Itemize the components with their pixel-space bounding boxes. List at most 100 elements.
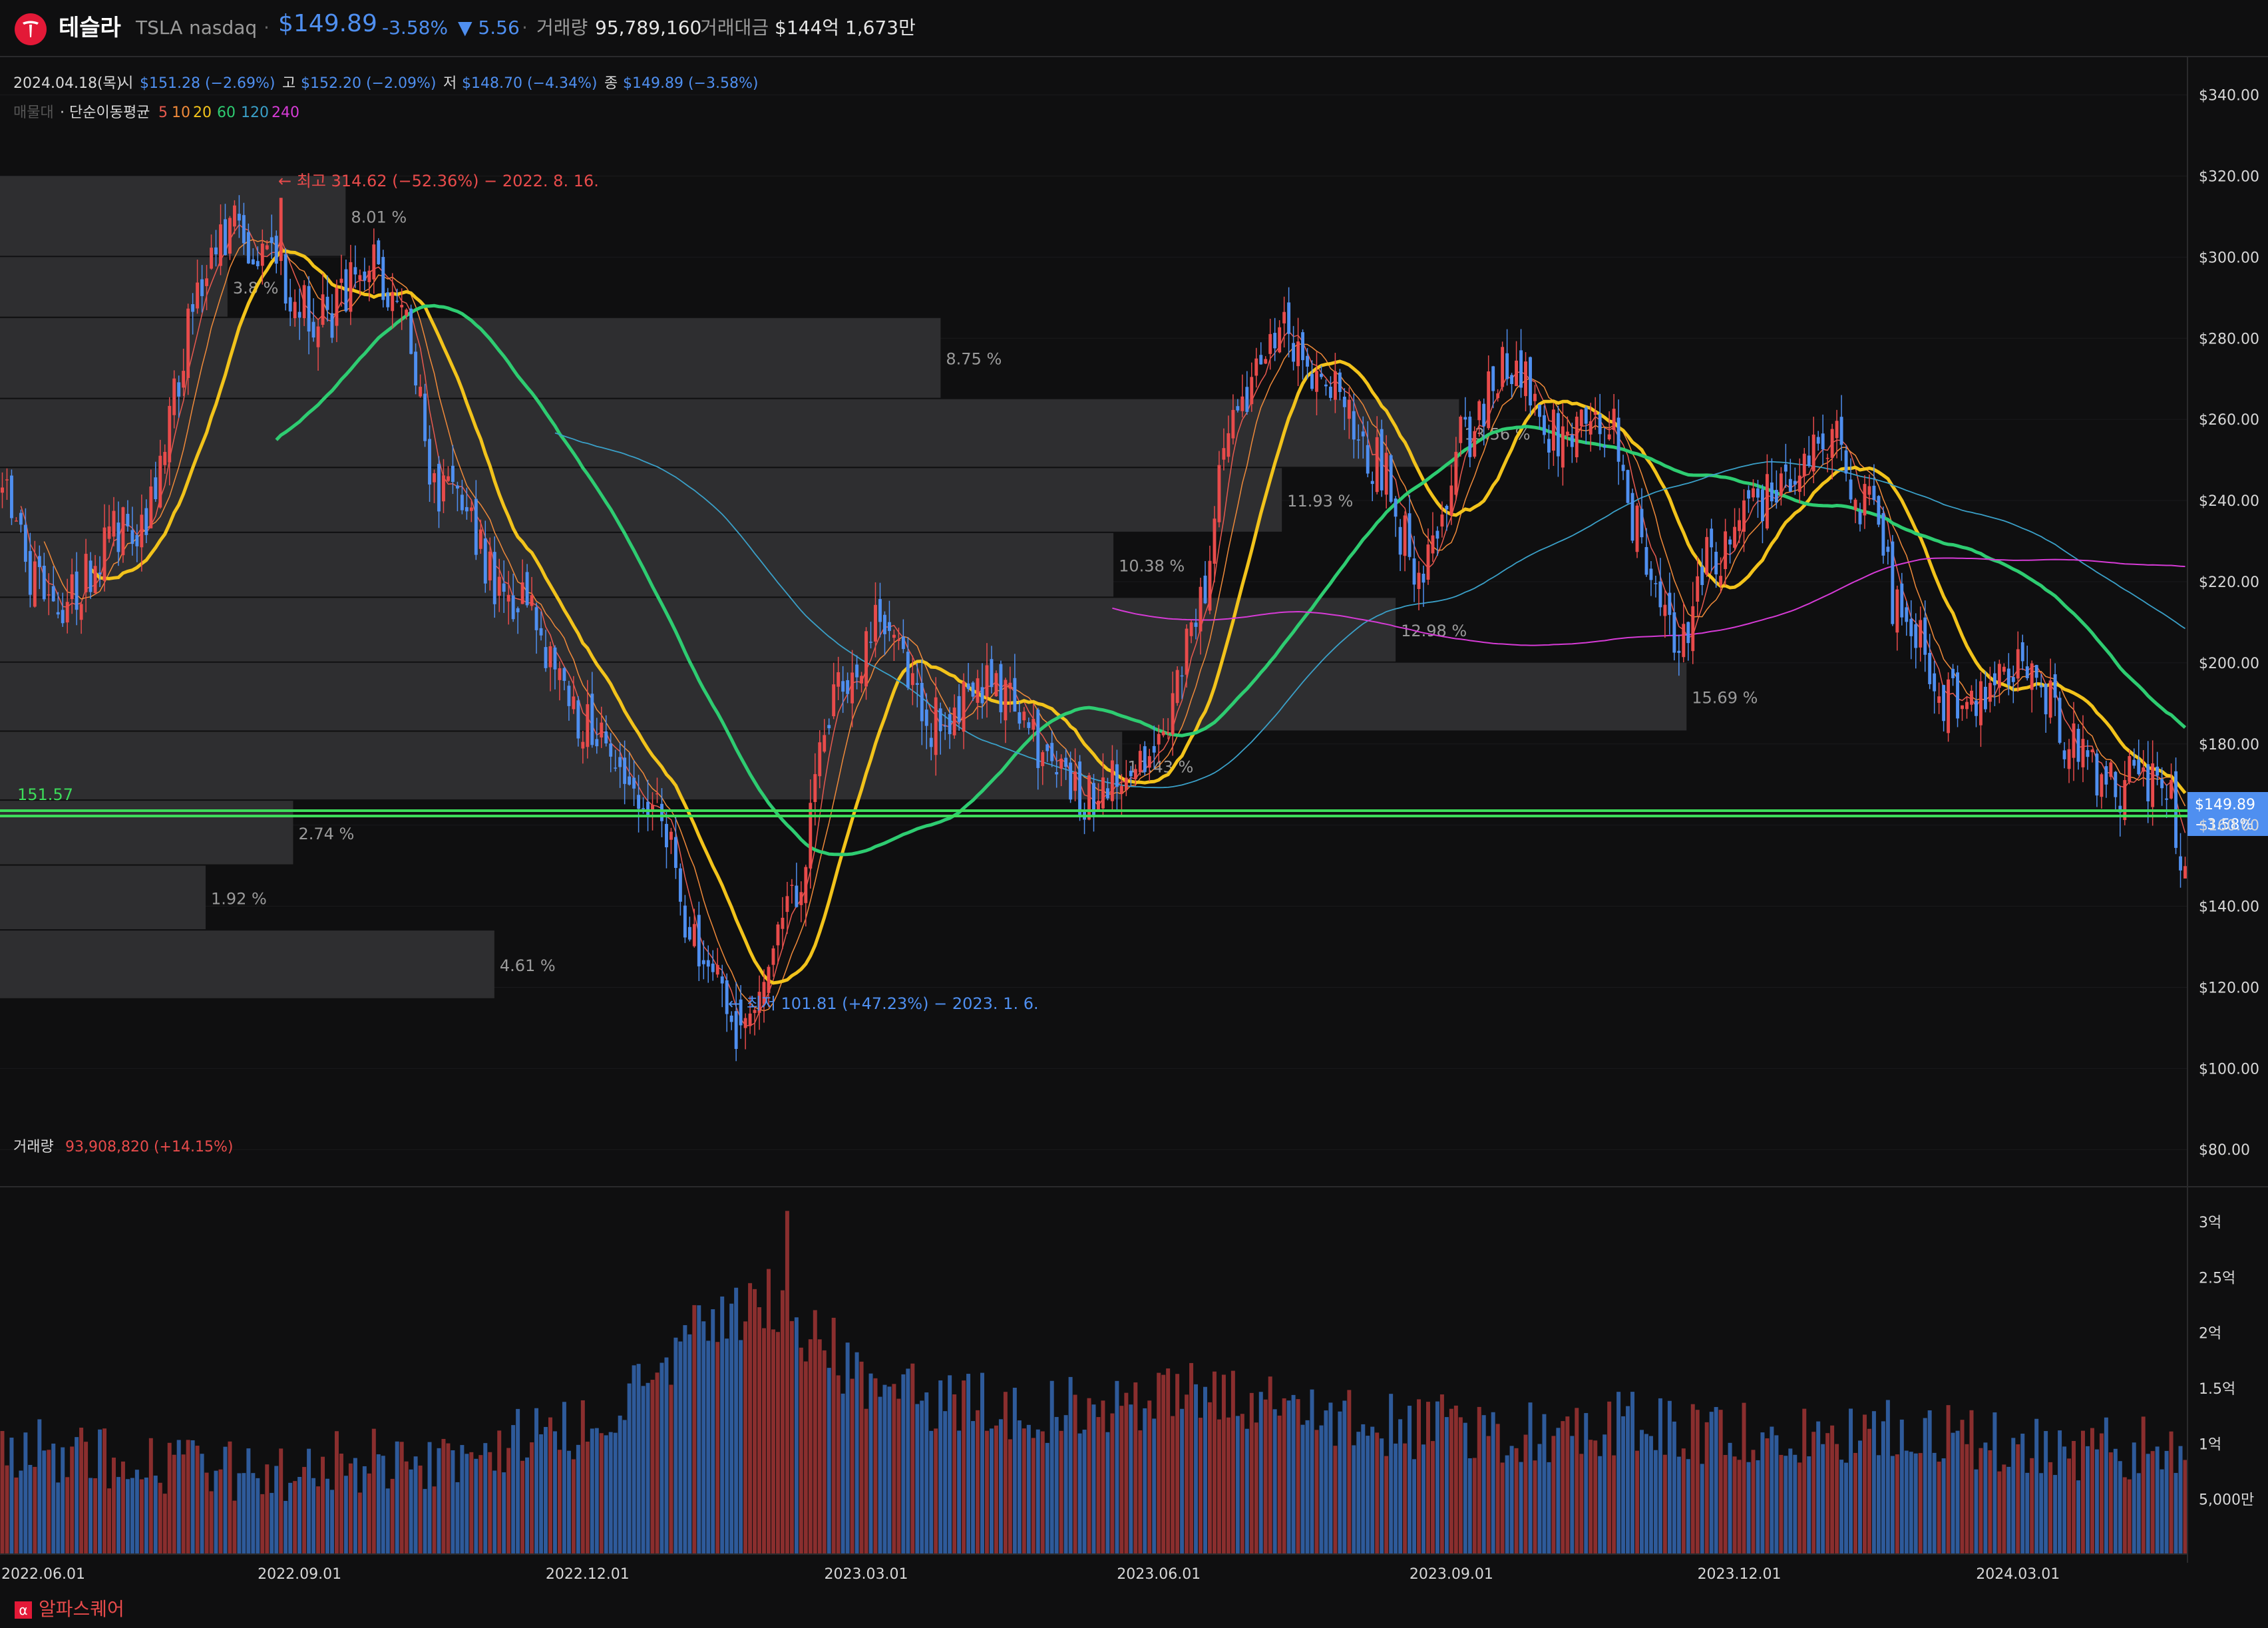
candle-body bbox=[804, 867, 808, 903]
candle-body bbox=[990, 659, 994, 688]
volume-bar bbox=[976, 1410, 980, 1555]
volume-bar bbox=[1672, 1421, 1676, 1555]
candle-body bbox=[177, 382, 181, 397]
volume-bar bbox=[613, 1432, 618, 1555]
candle-body bbox=[860, 676, 864, 684]
volume-bar bbox=[148, 1438, 153, 1555]
volume-bar bbox=[42, 1450, 47, 1555]
volume-bar bbox=[1403, 1443, 1408, 1555]
candle-body bbox=[1157, 733, 1161, 745]
volume-bar bbox=[1300, 1424, 1305, 1555]
volume-bar bbox=[580, 1400, 585, 1555]
volume-bar bbox=[93, 1478, 98, 1555]
volume-bar bbox=[2048, 1462, 2053, 1555]
volume-bar bbox=[61, 1447, 65, 1555]
candle-body bbox=[883, 614, 886, 634]
candle-body bbox=[1538, 405, 1541, 417]
candle-body bbox=[1956, 672, 1959, 719]
volume-bar bbox=[2072, 1441, 2076, 1555]
volume-bar bbox=[1709, 1412, 1714, 1555]
price-chart[interactable]: 8.01 %3.8 %8.75 %13.56 %11.93 %10.38 %12… bbox=[0, 57, 2268, 1588]
ma-period-240: 240 bbox=[272, 104, 299, 121]
volume-bar bbox=[270, 1493, 274, 1555]
volume-bar bbox=[1129, 1404, 1133, 1555]
candle-body bbox=[609, 743, 613, 757]
candle-body bbox=[1589, 421, 1593, 435]
volume-profile-pct: 1.92 % bbox=[211, 889, 267, 908]
candle-body bbox=[2170, 779, 2174, 799]
candle-body bbox=[492, 552, 496, 604]
volume-bar bbox=[84, 1442, 89, 1555]
volume-bar bbox=[984, 1430, 989, 1555]
volume-bar bbox=[725, 1338, 729, 1555]
volume-bar bbox=[1579, 1454, 1584, 1555]
candle-body bbox=[665, 823, 668, 847]
volume-bar bbox=[334, 1431, 339, 1555]
candle-body bbox=[497, 576, 501, 596]
candle-body bbox=[920, 683, 924, 721]
volume-bar bbox=[1449, 1408, 1453, 1555]
candle-body bbox=[1208, 560, 1212, 611]
candle-body bbox=[325, 296, 329, 310]
volume-bar bbox=[1756, 1460, 1760, 1555]
candle-body bbox=[163, 451, 167, 465]
candle-body bbox=[910, 673, 914, 686]
candle-body bbox=[1041, 752, 1045, 767]
candle-body bbox=[433, 473, 436, 483]
candle-body bbox=[985, 665, 989, 697]
volume-bar bbox=[2034, 1418, 2039, 1555]
volume-bar bbox=[1700, 1464, 1704, 1555]
volume-bar bbox=[766, 1269, 771, 1555]
volume-bar bbox=[47, 1450, 51, 1555]
volume-bar bbox=[120, 1461, 125, 1555]
candle-body bbox=[1338, 372, 1342, 392]
volume-bar bbox=[1310, 1389, 1314, 1555]
volume-bar bbox=[980, 1372, 984, 1555]
volume-bar bbox=[803, 1361, 808, 1555]
volume-tick-label: 2억 bbox=[2199, 1326, 2221, 1342]
volume-bar bbox=[1932, 1452, 1937, 1555]
candle-body bbox=[1872, 485, 1876, 501]
candle-body bbox=[1677, 650, 1681, 653]
candle-body bbox=[976, 678, 980, 703]
candle-body bbox=[1584, 407, 1588, 424]
candle-body bbox=[1933, 673, 1937, 692]
candle-body bbox=[1421, 573, 1425, 583]
ma-period-60: 60 bbox=[217, 104, 236, 121]
candle-body bbox=[1231, 409, 1235, 439]
volume-bar bbox=[1862, 1414, 1867, 1555]
volume-bar bbox=[2099, 1433, 2104, 1555]
volume-tick-label: 1.5억 bbox=[2199, 1381, 2235, 1398]
candle-body bbox=[966, 683, 970, 690]
volume-bar bbox=[204, 1472, 209, 1555]
candle-body bbox=[98, 572, 102, 574]
volume-bar bbox=[692, 1305, 697, 1555]
volume-bar bbox=[311, 1478, 316, 1555]
volume-bar bbox=[232, 1500, 237, 1555]
volume-bar bbox=[5, 1465, 9, 1555]
volume-bar bbox=[697, 1305, 701, 1555]
candle-body bbox=[1942, 685, 1946, 721]
candle-body bbox=[1064, 757, 1068, 767]
volume-bar bbox=[618, 1415, 622, 1555]
candle-body bbox=[1008, 682, 1012, 689]
volume-bar bbox=[511, 1425, 516, 1555]
alphasquare-brand[interactable]: α 알파스퀘어 bbox=[15, 1595, 124, 1621]
volume-bar bbox=[706, 1340, 711, 1555]
volume-bar bbox=[2169, 1431, 2174, 1555]
volume-bar bbox=[0, 1431, 5, 1555]
volume-bar bbox=[859, 1361, 864, 1555]
volume-bar bbox=[1435, 1401, 1439, 1555]
change-percent: -3.58% bbox=[382, 17, 449, 39]
candle-body bbox=[1501, 347, 1505, 387]
volume-bar bbox=[1514, 1448, 1519, 1555]
candle-body bbox=[915, 683, 919, 685]
volume-bar bbox=[465, 1454, 469, 1555]
volume-bar bbox=[1612, 1455, 1616, 1555]
candle-body bbox=[827, 725, 831, 729]
volume-profile-bar bbox=[0, 468, 1282, 532]
volume-bar bbox=[636, 1364, 641, 1555]
volume-bar bbox=[2160, 1469, 2164, 1555]
volume-bar bbox=[506, 1448, 511, 1555]
volume-bar bbox=[962, 1380, 966, 1555]
